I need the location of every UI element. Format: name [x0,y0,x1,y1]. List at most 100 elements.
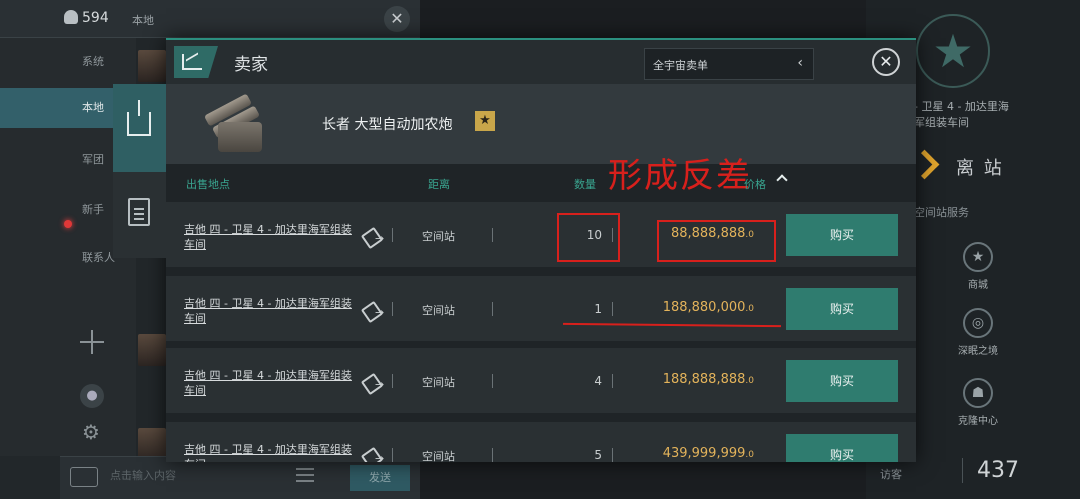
clone-center-icon: ☗ [963,378,993,408]
profile-icon[interactable]: ● [80,384,104,408]
sort-ascending-icon[interactable] [776,174,788,186]
person-icon [64,10,78,24]
divider [392,374,393,388]
item-name: 长者 大型自动加农炮 [322,117,453,133]
highlight-box [657,220,776,262]
keyboard-icon[interactable] [70,467,98,487]
order-price-dec: .0 [745,304,754,314]
cart-download-icon [127,100,151,136]
visitor-label: 访客 [880,468,902,481]
order-location[interactable]: 吉他 四 - 卫星 4 - 加达里海军组装车间 [184,442,360,462]
divider [612,448,613,462]
column-location[interactable]: 出售地点 [186,176,230,192]
order-price-int: 188,880,000 [662,300,746,315]
divider [392,448,393,462]
order-quantity: 5 [594,448,602,462]
order-price: 188,880,000.0 [632,300,754,315]
region-filter-select[interactable]: 全宇宙卖单 ‹ [644,48,814,80]
buy-button[interactable]: 购买 [786,214,898,256]
list-icon[interactable] [296,468,314,482]
column-headers: 出售地点 距离 数量 价格 [166,164,916,198]
route-icon[interactable] [362,226,386,246]
order-location[interactable]: 吉他 四 - 卫星 4 - 加达里海军组装车间 [184,296,360,326]
deep-sleep-icon: ◎ [963,308,993,338]
region-filter-value: 全宇宙卖单 [653,59,708,72]
order-quantity: 4 [594,374,602,388]
gear-icon[interactable]: ⚙ [82,420,100,444]
services-title: 空间站服务 [914,206,969,219]
order-distance: 空间站 [422,230,455,243]
member-count[interactable]: 594 [64,10,109,26]
clipboard-icon [128,198,150,226]
tab-my-orders[interactable] [113,172,166,258]
avatar[interactable] [138,334,166,366]
route-icon[interactable] [362,300,386,320]
route-icon[interactable] [362,446,386,462]
chat-input[interactable]: 点击输入内容 [110,467,176,483]
mall-icon: ★ [963,242,993,272]
seller-modal: 卖家 全宇宙卖单 ‹ ✕ 长者 大型自动加农炮 ★ 形成反差 出售地点 距离 数… [166,38,916,462]
autocannon-image [202,88,274,160]
divider [392,228,393,242]
service-label: 深眠之境 [958,346,998,357]
close-icon[interactable]: ✕ [384,6,410,32]
column-price[interactable]: 价格 [744,176,766,192]
station-location-2: 军组装车间 [914,116,969,129]
order-row: 吉他 四 - 卫星 4 - 加达里海军组装车间 空间站 10 88,888,88… [166,202,916,268]
member-count-value: 594 [82,10,109,26]
divider [392,302,393,316]
column-distance[interactable]: 距离 [428,176,450,192]
order-price-int: 439,999,999 [662,446,746,461]
avatar[interactable] [138,50,166,82]
order-row: 吉他 四 - 卫星 4 - 加达里海军组装车间 空间站 1 188,880,00… [166,276,916,342]
station-location: - 卫星 4 - 加达里海 [914,100,1009,113]
divider [492,228,493,242]
chat-input-bar: 点击输入内容 发送 [60,456,420,499]
service-label: 商城 [968,280,988,291]
undock-button[interactable]: 离 站 [956,154,1004,180]
order-distance: 空间站 [422,304,455,317]
order-price-int: 188,888,888 [662,372,746,387]
order-distance: 空间站 [422,450,455,462]
service-deep-sleep[interactable]: ◎ 深眠之境 [948,308,1008,357]
send-button[interactable]: 发送 [350,465,410,491]
buy-button[interactable]: 购买 [786,434,898,462]
channel-item-system[interactable]: 系统 [0,42,136,82]
order-location[interactable]: 吉他 四 - 卫星 4 - 加达里海军组装车间 [184,222,360,252]
divider [492,374,493,388]
modal-header: 卖家 全宇宙卖单 ‹ ✕ [166,38,916,84]
divider [492,448,493,462]
order-location[interactable]: 吉他 四 - 卫星 4 - 加达里海军组装车间 [184,368,360,398]
notification-dot [64,220,72,228]
tab-buy-orders[interactable] [113,84,166,172]
order-row: 吉他 四 - 卫星 4 - 加达里海军组装车间 空间站 5 439,999,99… [166,422,916,462]
highlight-box [557,213,620,262]
column-quantity[interactable]: 数量 [574,176,596,192]
gun-base [218,122,262,152]
buy-button[interactable]: 购买 [786,360,898,402]
order-price-dec: .0 [745,450,754,460]
chat-header: 594 本地 ✕ [0,0,420,38]
add-channel-button[interactable] [80,330,104,354]
star-icon: ★ [475,111,495,131]
chevron-right-icon [914,150,934,178]
service-label: 克隆中心 [958,416,998,427]
visitor-count: 437 [962,458,1019,483]
close-icon[interactable]: ✕ [872,48,900,76]
order-price: 439,999,999.0 [632,446,754,461]
divider [612,374,613,388]
order-price-dec: .0 [745,376,754,386]
buy-button[interactable]: 购买 [786,288,898,330]
modal-title: 卖家 [234,55,268,75]
route-icon[interactable] [362,372,386,392]
order-row: 吉他 四 - 卫星 4 - 加达里海军组装车间 空间站 4 188,888,88… [166,348,916,414]
order-quantity: 1 [594,302,602,316]
order-distance: 空间站 [422,376,455,389]
divider [612,302,613,316]
channel-title: 本地 [132,14,154,27]
chevron-left-icon: ‹ [797,55,803,71]
service-clone-center[interactable]: ☗ 克隆中心 [948,378,1008,427]
service-mall[interactable]: ★ 商城 [948,242,1008,291]
faction-star-icon: ★ [916,14,990,88]
divider [492,302,493,316]
